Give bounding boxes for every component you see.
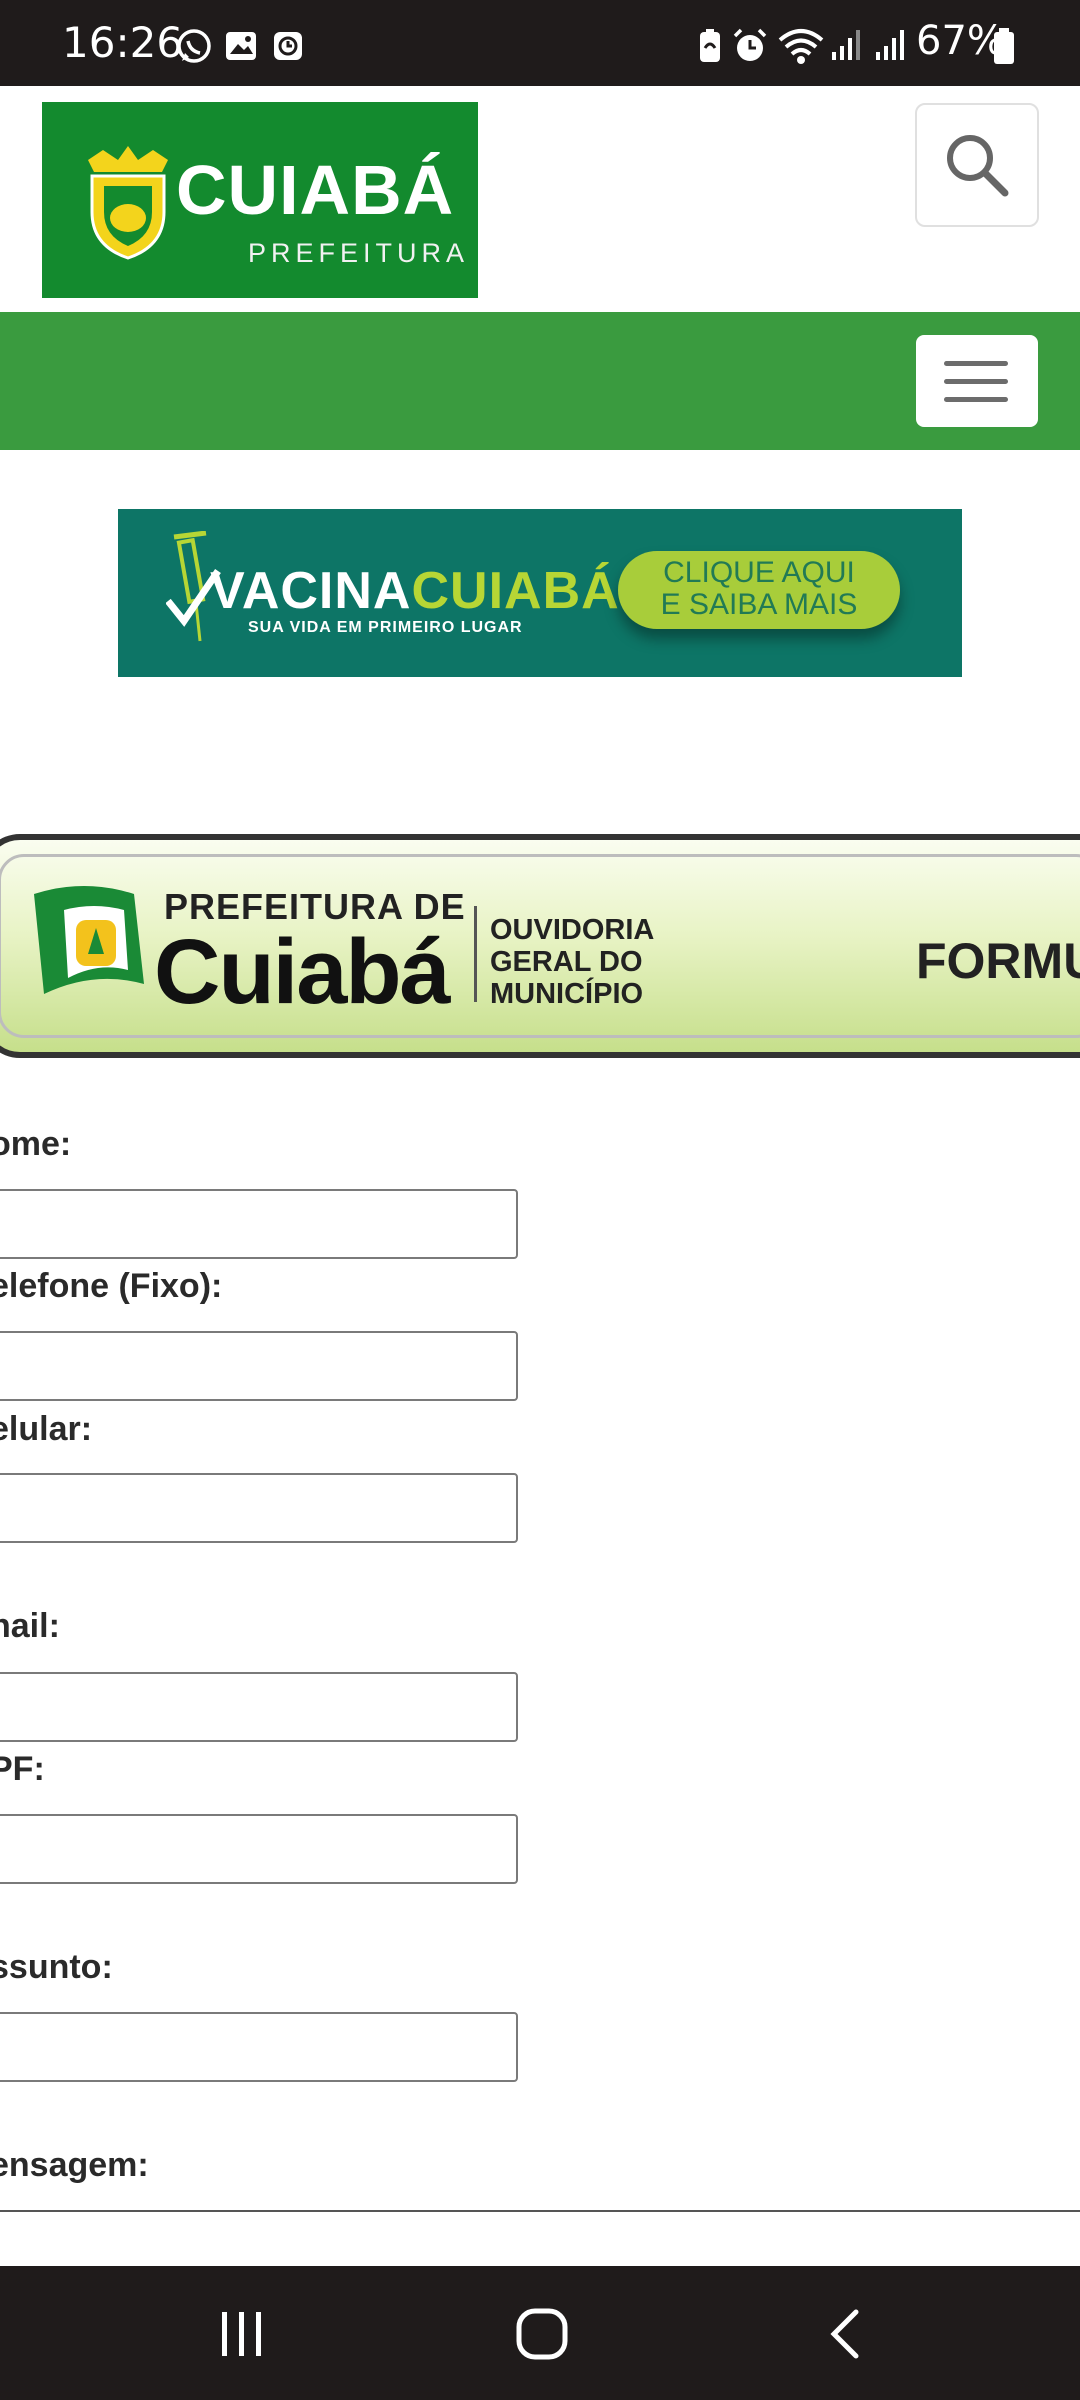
system-nav-bar <box>0 2266 1080 2400</box>
celular-label: elular: <box>0 1410 93 1448</box>
celular-input[interactable] <box>0 1473 518 1543</box>
form-title: FORMUL <box>916 933 1080 989</box>
ouvidoria-line-3: MUNICÍPIO <box>490 978 644 1010</box>
prefeitura-logo[interactable]: CUIABÁ PREFEITURA <box>42 102 478 298</box>
ouvidoria-line-1: OUVIDORIA <box>490 914 655 946</box>
ouvidoria-divider <box>474 906 477 1002</box>
battery-saver-icon <box>700 29 720 62</box>
cta-line-2: E SAIBA MAIS <box>660 588 858 621</box>
app-icon <box>274 32 302 60</box>
site-header: CUIABÁ PREFEITURA <box>0 86 1080 312</box>
wifi-icon <box>778 29 824 64</box>
cpf-input[interactable] <box>0 1814 518 1884</box>
logo-subtitle: PREFEITURA <box>248 238 470 268</box>
battery-icon <box>994 28 1014 64</box>
telefone-input[interactable] <box>0 1331 518 1401</box>
hamburger-menu-icon <box>944 361 1008 366</box>
recents-icon[interactable] <box>214 2306 270 2362</box>
vacina-title: VACINACUIABÁ <box>210 561 620 621</box>
alarm-icon <box>733 28 767 61</box>
logo-title: CUIABÁ <box>176 151 455 229</box>
signal-icon <box>832 30 860 60</box>
hamburger-menu-line <box>944 379 1008 384</box>
menu-toggle-button[interactable] <box>916 335 1038 427</box>
search-icon <box>947 135 1009 197</box>
hamburger-menu-line <box>944 397 1008 402</box>
mensagem-label: ensagem: <box>0 2146 149 2184</box>
search-button[interactable] <box>915 103 1039 227</box>
crest-icon <box>88 146 168 260</box>
cta-line-1: CLIQUE AQUI <box>663 556 855 589</box>
vacina-title-part1: VACINA <box>210 562 412 620</box>
nome-label: ome: <box>0 1125 72 1163</box>
email-label: nail: <box>0 1607 60 1645</box>
assunto-label: ssunto: <box>0 1948 113 1986</box>
prefeitura-flag-icon <box>34 886 144 994</box>
vacina-tagline: SUA VIDA EM PRIMEIRO LUGAR <box>248 619 523 636</box>
whatsapp-icon <box>177 29 211 63</box>
assunto-input[interactable] <box>0 2012 518 2082</box>
ouvidoria-line-2: GERAL DO <box>490 946 643 978</box>
telefone-label: elefone (Fixo): <box>0 1267 223 1305</box>
email-input[interactable] <box>0 1672 518 1742</box>
back-icon[interactable] <box>820 2306 876 2362</box>
ouvidoria-city: Cuiabá <box>154 921 451 1023</box>
cpf-label: PF: <box>0 1750 45 1788</box>
vacina-cta-button[interactable]: CLIQUE AQUI E SAIBA MAIS <box>618 551 900 629</box>
mensagem-textarea-top[interactable] <box>0 2210 1080 2212</box>
vacina-title-part2: CUIABÁ <box>411 562 620 620</box>
ouvidoria-header: PREFEITURA DE Cuiabá OUVIDORIA GERAL DO … <box>0 834 1080 1058</box>
status-time: 16:26 <box>62 18 184 67</box>
vacina-cuiaba-banner[interactable]: VACINACUIABÁ SUA VIDA EM PRIMEIRO LUGAR … <box>118 509 962 677</box>
status-bar: 16:26 67% <box>0 0 1080 86</box>
home-icon[interactable] <box>514 2306 570 2362</box>
gallery-icon <box>226 32 256 60</box>
nome-input[interactable] <box>0 1189 518 1259</box>
main-nav-bar <box>0 312 1080 450</box>
signal-icon <box>876 30 904 60</box>
